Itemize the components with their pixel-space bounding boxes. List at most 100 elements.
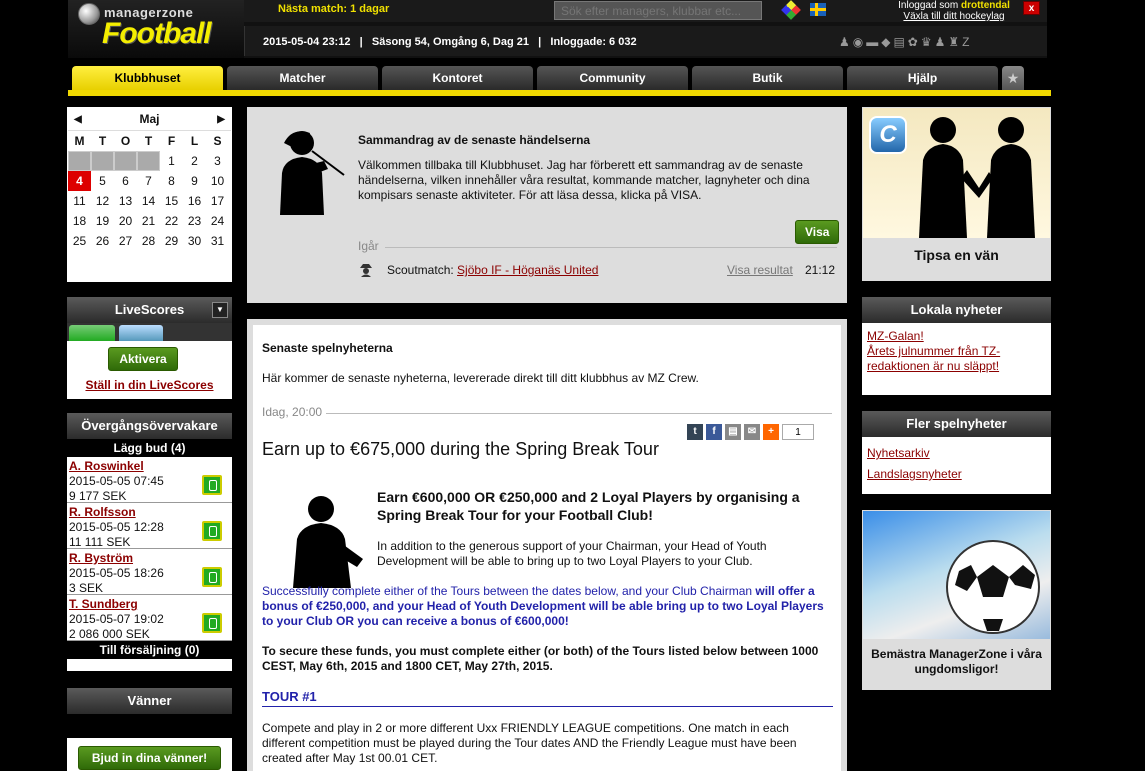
calendar-day[interactable]: 16	[183, 191, 206, 211]
calendar-day[interactable]: 20	[114, 211, 137, 231]
local-news-link[interactable]: MZ-Galan!	[867, 329, 924, 343]
national-team-news-link[interactable]: Landslagsnyheter	[867, 467, 962, 481]
status-toolbar-icons[interactable]: ♟◉▬◆▤✿♛♟♜Z	[839, 35, 972, 49]
bid-player-link[interactable]: T. Sundberg	[69, 597, 138, 611]
sweden-flag-icon[interactable]	[810, 3, 826, 16]
calendar-day[interactable]: 24	[206, 211, 229, 231]
news-archive-link[interactable]: Nyhetsarkiv	[867, 446, 930, 460]
youth-league-image	[863, 511, 1050, 639]
calendar-day[interactable]: 11	[68, 191, 91, 211]
activate-button[interactable]: Aktivera	[108, 347, 178, 371]
mz-flag-icon[interactable]	[781, 0, 801, 20]
calendar-day[interactable]: 5	[91, 171, 114, 191]
site-logo[interactable]: managerzone Football	[68, 0, 244, 58]
calendar-day[interactable]: 1	[160, 151, 183, 171]
chevron-down-icon[interactable]: ▼	[212, 302, 228, 318]
scout-spy-icon	[360, 264, 372, 277]
invite-friends-button[interactable]: Bjud in dina vänner!	[78, 746, 221, 770]
local-news-list: MZ-Galan! Årets julnummer från TZ-redakt…	[862, 323, 1051, 380]
calendar-day[interactable]: 13	[114, 191, 137, 211]
calendar-day[interactable]: 29	[160, 231, 183, 251]
calendar-day[interactable]: 30	[183, 231, 206, 251]
calendar-today[interactable]: 4	[68, 171, 91, 191]
logo-text-big: Football	[102, 17, 212, 50]
news-subtitle: Earn €600,000 OR €250,000 and 2 Loyal Pl…	[377, 489, 800, 523]
local-news-link[interactable]: Årets julnummer från TZ-redaktionen är n…	[867, 344, 1000, 373]
for-sale-header[interactable]: Till försäljning (0)	[67, 641, 232, 659]
username[interactable]: drottendal	[961, 0, 1010, 11]
visa-button[interactable]: Visa	[795, 220, 840, 244]
calendar: ◀ Maj ▶ M T O T F L S 1 2 3 4 5 6 7 8 9 10 11 12 13 14 15 16 17…	[67, 107, 232, 282]
site-header: managerzone Football Nästa match: 1 daga…	[68, 0, 1047, 58]
calendar-day[interactable]: 22	[160, 211, 183, 231]
calendar-day[interactable]: 14	[137, 191, 160, 211]
news-p2-start: Successfully complete either of the Tour…	[262, 584, 756, 598]
calendar-day[interactable]: 26	[91, 231, 114, 251]
star-icon[interactable]: ★	[1002, 66, 1024, 90]
calendar-day[interactable]: 3	[206, 151, 229, 171]
prev-month-icon[interactable]: ◀	[74, 108, 82, 131]
tell-a-friend-panel[interactable]: C Tipsa en vän	[862, 107, 1051, 281]
news-paragraph-2: Successfully complete either of the Tour…	[262, 584, 832, 629]
calendar-day[interactable]: 19	[91, 211, 114, 231]
money-icon[interactable]	[202, 567, 222, 587]
view-result-link[interactable]: Visa resultat	[727, 263, 793, 277]
calendar-month: Maj	[139, 112, 160, 126]
livescores-setup-link[interactable]: Ställ in din LiveScores	[85, 378, 213, 392]
livescores-title: LiveScores	[67, 297, 232, 323]
money-icon[interactable]	[202, 521, 222, 541]
bid-player-link[interactable]: A. Roswinkel	[69, 459, 144, 473]
calendar-day[interactable]: 10	[206, 171, 229, 191]
youth-league-promo[interactable]: Bemästra ManagerZone i våra ungdomsligor…	[862, 510, 1051, 690]
calendar-day[interactable]: 9	[183, 171, 206, 191]
calendar-day[interactable]: 15	[160, 191, 183, 211]
calendar-day[interactable]: 8	[160, 171, 183, 191]
top-bar: Nästa match: 1 dagar Inloggad som drotte…	[244, 0, 1047, 22]
calendar-day[interactable]: 25	[68, 231, 91, 251]
email-icon[interactable]: ✉	[744, 424, 760, 440]
next-match-info[interactable]: Nästa match: 1 dagar	[278, 3, 389, 15]
livescores-hockey-tab[interactable]	[119, 325, 163, 341]
bids-header[interactable]: Lägg bud (4)	[67, 439, 232, 457]
bid-player-link[interactable]: R. Byström	[69, 551, 133, 565]
scout-match-link[interactable]: Sjöbo IF - Höganäs United	[457, 263, 598, 277]
calendar-day[interactable]: 28	[137, 231, 160, 251]
tab-klubbhuset[interactable]: Klubbhuset	[72, 66, 223, 90]
facebook-icon[interactable]: f	[706, 424, 722, 440]
transfer-title: Övergångsövervakare	[67, 413, 232, 439]
bid-player-link[interactable]: R. Rolfsson	[69, 505, 136, 519]
tab-hjalp[interactable]: Hjälp	[847, 66, 998, 90]
calendar-day[interactable]: 12	[91, 191, 114, 211]
businessman-silhouette-icon	[293, 496, 363, 588]
calendar-day[interactable]: 18	[68, 211, 91, 231]
tab-matcher[interactable]: Matcher	[227, 66, 378, 90]
calendar-day[interactable]: 27	[114, 231, 137, 251]
money-icon[interactable]	[202, 475, 222, 495]
bid-date: 2015-05-05 18:26	[69, 566, 164, 580]
money-icon[interactable]	[202, 613, 222, 633]
calendar-day[interactable]: 17	[206, 191, 229, 211]
print-icon[interactable]: ▤	[725, 424, 741, 440]
logout-close-button[interactable]: x	[1023, 1, 1040, 15]
tab-butik[interactable]: Butik	[692, 66, 843, 90]
calendar-day[interactable]: 2	[183, 151, 206, 171]
next-month-icon[interactable]: ▶	[217, 108, 225, 131]
livescores-setup-link-wrap: Ställ in din LiveScores	[67, 378, 232, 392]
livescores-football-tab[interactable]	[69, 325, 115, 341]
calendar-day[interactable]: 23	[183, 211, 206, 231]
tell-a-friend-label: Tipsa en vän	[914, 247, 999, 263]
calendar-day[interactable]: 21	[137, 211, 160, 231]
tab-kontoret[interactable]: Kontoret	[382, 66, 533, 90]
calendar-day[interactable]: 7	[137, 171, 160, 191]
switch-to-hockey-link[interactable]: Växla till ditt hockeylag	[903, 11, 1004, 22]
main-nav: Klubbhuset Matcher Kontoret Community Bu…	[68, 66, 1051, 96]
calendar-day[interactable]: 31	[206, 231, 229, 251]
addthis-icon[interactable]: +	[763, 424, 779, 440]
news-panel: Senaste spelnyheterna Här kommer de sena…	[247, 319, 847, 771]
tumblr-icon[interactable]: t	[687, 424, 703, 440]
search-input[interactable]	[554, 1, 762, 20]
news-paragraph-4: Compete and play in 2 or more different …	[262, 721, 797, 765]
tab-community[interactable]: Community	[537, 66, 688, 90]
calendar-day[interactable]: 6	[114, 171, 137, 191]
livescores-tabs	[67, 323, 232, 341]
